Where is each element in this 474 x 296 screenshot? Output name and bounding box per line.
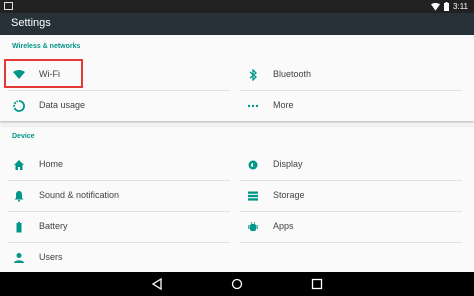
settings-item-apps[interactable]: Apps — [234, 211, 462, 242]
bluetooth-icon — [249, 69, 257, 81]
settings-item-users[interactable]: Users — [0, 242, 228, 273]
storage-icon — [248, 191, 258, 201]
wifi-highlight-box — [4, 59, 83, 88]
settings-item-more[interactable]: More — [234, 90, 462, 121]
apps-icon — [248, 221, 258, 231]
section-title-wireless: Wireless & networks — [12, 43, 81, 50]
settings-item-home[interactable]: Home — [0, 149, 228, 180]
battery-icon — [16, 221, 22, 233]
battery-status-icon — [444, 2, 450, 11]
page-title: Settings — [11, 17, 51, 29]
navigation-bar — [0, 272, 474, 296]
settings-content[interactable]: Wireless & networks Wi-Fi Bluetooth Data… — [0, 35, 474, 272]
wifi-signal-icon — [431, 2, 441, 11]
home-nav-icon[interactable] — [231, 278, 243, 290]
settings-item-bluetooth[interactable]: Bluetooth — [234, 59, 462, 90]
settings-item-label: Data usage — [39, 100, 86, 110]
status-icons: 3:11 — [431, 1, 468, 12]
settings-item-storage[interactable]: Storage — [234, 180, 462, 211]
settings-item-label: Bluetooth — [273, 69, 312, 79]
section-title-device: Device — [12, 133, 35, 140]
app-bar: Settings — [0, 13, 474, 35]
settings-item-label: Users — [39, 252, 63, 262]
bell-icon — [14, 191, 24, 202]
recents-icon[interactable] — [311, 278, 323, 290]
screenshot-notification-icon — [4, 2, 13, 10]
settings-item-label: Storage — [273, 190, 305, 200]
settings-item-label: Home — [39, 159, 64, 169]
user-icon — [14, 253, 24, 263]
settings-item-label: More — [273, 100, 294, 110]
divider — [240, 242, 462, 243]
settings-item-sound-notification[interactable]: Sound & notification — [0, 180, 228, 211]
data-usage-icon — [13, 100, 25, 112]
home-icon — [14, 160, 24, 170]
more-icon — [247, 104, 259, 108]
back-icon[interactable] — [151, 278, 163, 290]
settings-item-label: Battery — [39, 221, 68, 231]
wireless-networks-card: Wireless & networks Wi-Fi Bluetooth Data… — [0, 35, 474, 121]
settings-item-display[interactable]: Display — [234, 149, 462, 180]
status-bar: 3:11 — [0, 0, 474, 13]
settings-item-data-usage[interactable]: Data usage — [0, 90, 228, 121]
settings-item-battery[interactable]: Battery — [0, 211, 228, 242]
settings-item-label: Display — [273, 159, 303, 169]
settings-item-label: Sound & notification — [39, 190, 120, 200]
settings-item-label: Apps — [273, 221, 294, 231]
display-icon — [248, 160, 258, 170]
clock: 3:11 — [453, 2, 468, 11]
device-card: Device Home Display Sound & notification… — [0, 127, 474, 272]
